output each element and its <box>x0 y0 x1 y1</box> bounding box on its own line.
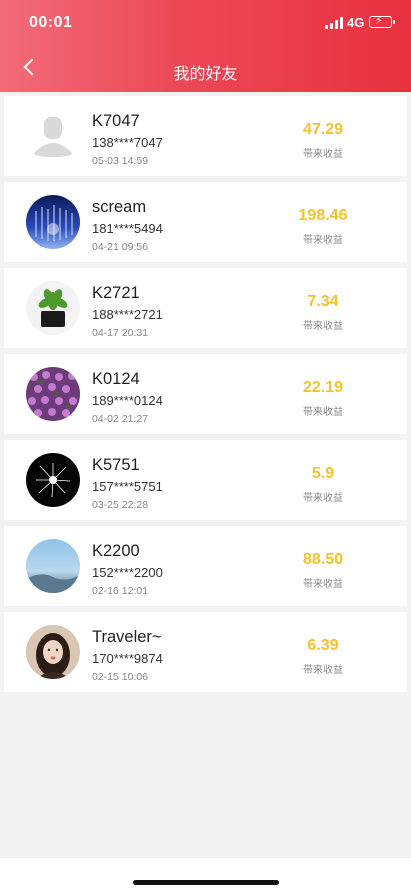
avatar <box>26 195 80 249</box>
friend-phone: 152****2200 <box>92 565 163 580</box>
friends-list: K7047 138****7047 05-03 14:59 47.29 带来收益 <box>4 96 407 698</box>
friend-list-item[interactable]: K7047 138****7047 05-03 14:59 47.29 带来收益 <box>4 96 407 176</box>
battery-icon: ⚡ <box>369 15 395 28</box>
bottom-safe-area <box>0 858 411 893</box>
earnings-amount: 198.46 <box>298 207 348 224</box>
earnings-amount: 88.50 <box>302 551 344 568</box>
earnings-label: 带来收益 <box>303 321 343 332</box>
avatar <box>26 367 80 421</box>
avatar <box>26 109 80 163</box>
status-time: 00:01 <box>29 14 73 31</box>
earnings-label: 带来收益 <box>303 149 343 160</box>
status-bar: 00:01 4G ⚡ <box>0 0 411 44</box>
network-type: 4G <box>347 15 365 30</box>
friend-list-item[interactable]: Traveler~ 170****9874 02-15 10:06 6.39 带… <box>4 612 407 692</box>
earnings-amount: 5.9 <box>311 465 335 482</box>
friend-date: 05-03 14:59 <box>92 155 149 167</box>
charging-icon: ⚡ <box>375 15 383 27</box>
avatar <box>26 281 80 335</box>
friend-phone: 138****7047 <box>92 135 163 150</box>
friend-phone: 188****2721 <box>92 307 163 322</box>
friend-name: K5751 <box>92 456 140 474</box>
friend-name: K0124 <box>92 370 140 388</box>
friend-name: K2721 <box>92 284 140 302</box>
earnings-amount: 7.34 <box>307 293 339 310</box>
friend-date: 03-25 22:28 <box>92 499 149 511</box>
friend-phone: 157****5751 <box>92 479 163 494</box>
friend-list-item[interactable]: K0124 189****0124 04-02 21:27 22.19 带来收益 <box>4 354 407 434</box>
earnings-label: 带来收益 <box>303 235 343 246</box>
friend-list-item[interactable]: scream 181****5494 04-21 09:56 198.46 带来… <box>4 182 407 262</box>
friend-phone: 181****5494 <box>92 221 163 236</box>
avatar <box>26 539 80 593</box>
friend-date: 04-02 21:27 <box>92 413 149 425</box>
friend-name: K2200 <box>92 542 140 560</box>
friend-phone: 189****0124 <box>92 393 163 408</box>
earnings-amount: 22.19 <box>302 379 344 396</box>
friend-date: 02-16 12:01 <box>92 585 149 597</box>
avatar <box>26 453 80 507</box>
earnings-amount: 47.29 <box>302 121 344 138</box>
earnings-label: 带来收益 <box>303 579 343 590</box>
page-title: 我的好友 <box>173 66 238 83</box>
earnings-label: 带来收益 <box>303 665 343 676</box>
friend-name: K7047 <box>92 112 140 130</box>
friend-name: Traveler~ <box>92 628 162 646</box>
friend-list-item[interactable]: K2200 152****2200 02-16 12:01 88.50 带来收益 <box>4 526 407 606</box>
friend-name: scream <box>92 198 147 216</box>
friend-date: 04-17 20:31 <box>92 327 149 339</box>
earnings-label: 带来收益 <box>303 493 343 504</box>
signal-icon <box>325 17 343 29</box>
home-indicator[interactable] <box>133 880 279 885</box>
friend-list-item[interactable]: K5751 157****5751 03-25 22:28 5.9 带来收益 <box>4 440 407 520</box>
header-bar: 00:01 4G ⚡ 我的好友 <box>0 0 411 92</box>
friend-list-item[interactable]: K2721 188****2721 04-17 20:31 7.34 带来收益 <box>4 268 407 348</box>
avatar <box>26 625 80 679</box>
friend-date: 02-15 10:06 <box>92 671 149 683</box>
earnings-amount: 6.39 <box>307 637 339 654</box>
friend-phone: 170****9874 <box>92 651 163 666</box>
earnings-label: 带来收益 <box>303 407 343 418</box>
friend-date: 04-21 09:56 <box>92 241 149 253</box>
